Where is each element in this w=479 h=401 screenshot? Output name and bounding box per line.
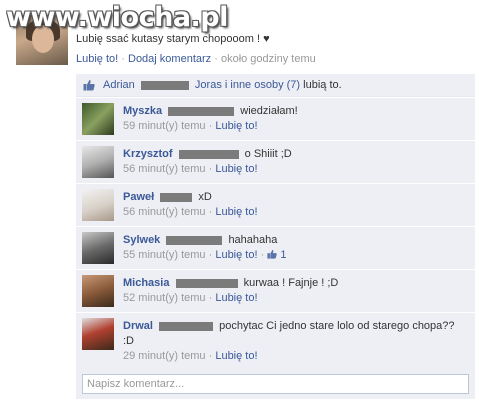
comment-time: 59 minut(y) temu [123,120,206,132]
commenter-name[interactable]: Michasia [123,277,169,289]
watermark: www.wiocha.pl [6,2,228,33]
redaction [166,235,223,245]
like-link[interactable]: Lubię to! [215,163,257,175]
comment-time: 56 minut(y) temu [123,163,206,175]
comment-list: Myszka wiedziałam! 59 minut(y) temu · Lu… [76,98,475,370]
like-link[interactable]: Lubię to! [215,206,257,218]
avatar[interactable] [82,275,114,307]
avatar[interactable] [82,146,114,178]
write-comment-box: Napisz komentarz... [76,369,475,399]
comment-text-continued: :D [123,335,134,347]
redaction [175,278,238,288]
likers-others[interactable]: Joras i inne osoby (7) [195,79,300,91]
like-link[interactable]: Lubię to! [215,292,257,304]
comment-time: 52 minut(y) temu [123,292,206,304]
commenter-name[interactable]: Paweł [123,191,154,203]
comment: Drwal pochytac Ci jedno stare lolo od st… [76,313,475,370]
redaction [159,321,214,331]
comment: Sylwek hahahaha 55 minut(y) temu · Lubię… [76,227,475,270]
redaction [168,106,235,116]
comment-time: 29 minut(y) temu [123,350,206,362]
comment: Paweł xD 56 minut(y) temu · Lubię to! [76,184,475,227]
redaction [140,80,189,90]
comment-time: 55 minut(y) temu [123,249,206,261]
avatar[interactable] [82,189,114,221]
comment: Krzysztof o Shiiit ;D 56 minut(y) temu ·… [76,141,475,184]
status-actions: Lubię to! · Dodaj komentarz · około godz… [76,53,316,65]
like-count[interactable]: 1 [280,249,286,261]
avatar[interactable] [82,318,114,350]
like-link[interactable]: Lubię to! [76,53,118,65]
commenter-name[interactable]: Myszka [123,105,162,117]
comment-text: xD [198,191,212,203]
commenter-name[interactable]: Drwal [123,320,153,332]
liker-name[interactable]: Adrian [103,79,135,91]
comment-text: hahahaha [228,234,278,246]
comment-text: wiedziałam! [240,105,298,117]
thumbs-up-icon [83,80,95,91]
comment-text: o Shiiit ;D [244,148,292,160]
commenter-name[interactable]: Krzysztof [123,148,173,160]
status-time: około godziny temu [220,53,316,65]
comment-text: kurwaa ! Fajnje ! ;D [243,277,339,289]
add-comment-link[interactable]: Dodaj komentarz [128,53,211,65]
likes-box: Adrian Joras i inne osoby (7) lubią to. [76,74,475,97]
likes-text: Adrian Joras i inne osoby (7) lubią to. [103,79,342,91]
avatar[interactable] [82,103,114,135]
redaction [178,149,239,159]
comment-input[interactable]: Napisz komentarz... [82,374,469,394]
like-link[interactable]: Lubię to! [215,249,257,261]
comment-time: 56 minut(y) temu [123,206,206,218]
like-link[interactable]: Lubię to! [215,120,257,132]
comment: Michasia kurwaa ! Fajnje ! ;D 52 minut(y… [76,270,475,313]
thumbs-up-icon [267,249,278,259]
comment-text: pochytac Ci jedno stare lolo od starego … [219,320,455,332]
avatar[interactable] [82,232,114,264]
likes-suffix: lubią to. [303,79,342,91]
commenter-name[interactable]: Sylwek [123,234,160,246]
redaction [160,192,193,202]
like-link[interactable]: Lubię to! [215,350,257,362]
status-text: Lubię ssać kutasy starym chopooom ! ♥ [76,33,270,45]
comment: Myszka wiedziałam! 59 minut(y) temu · Lu… [76,98,475,141]
